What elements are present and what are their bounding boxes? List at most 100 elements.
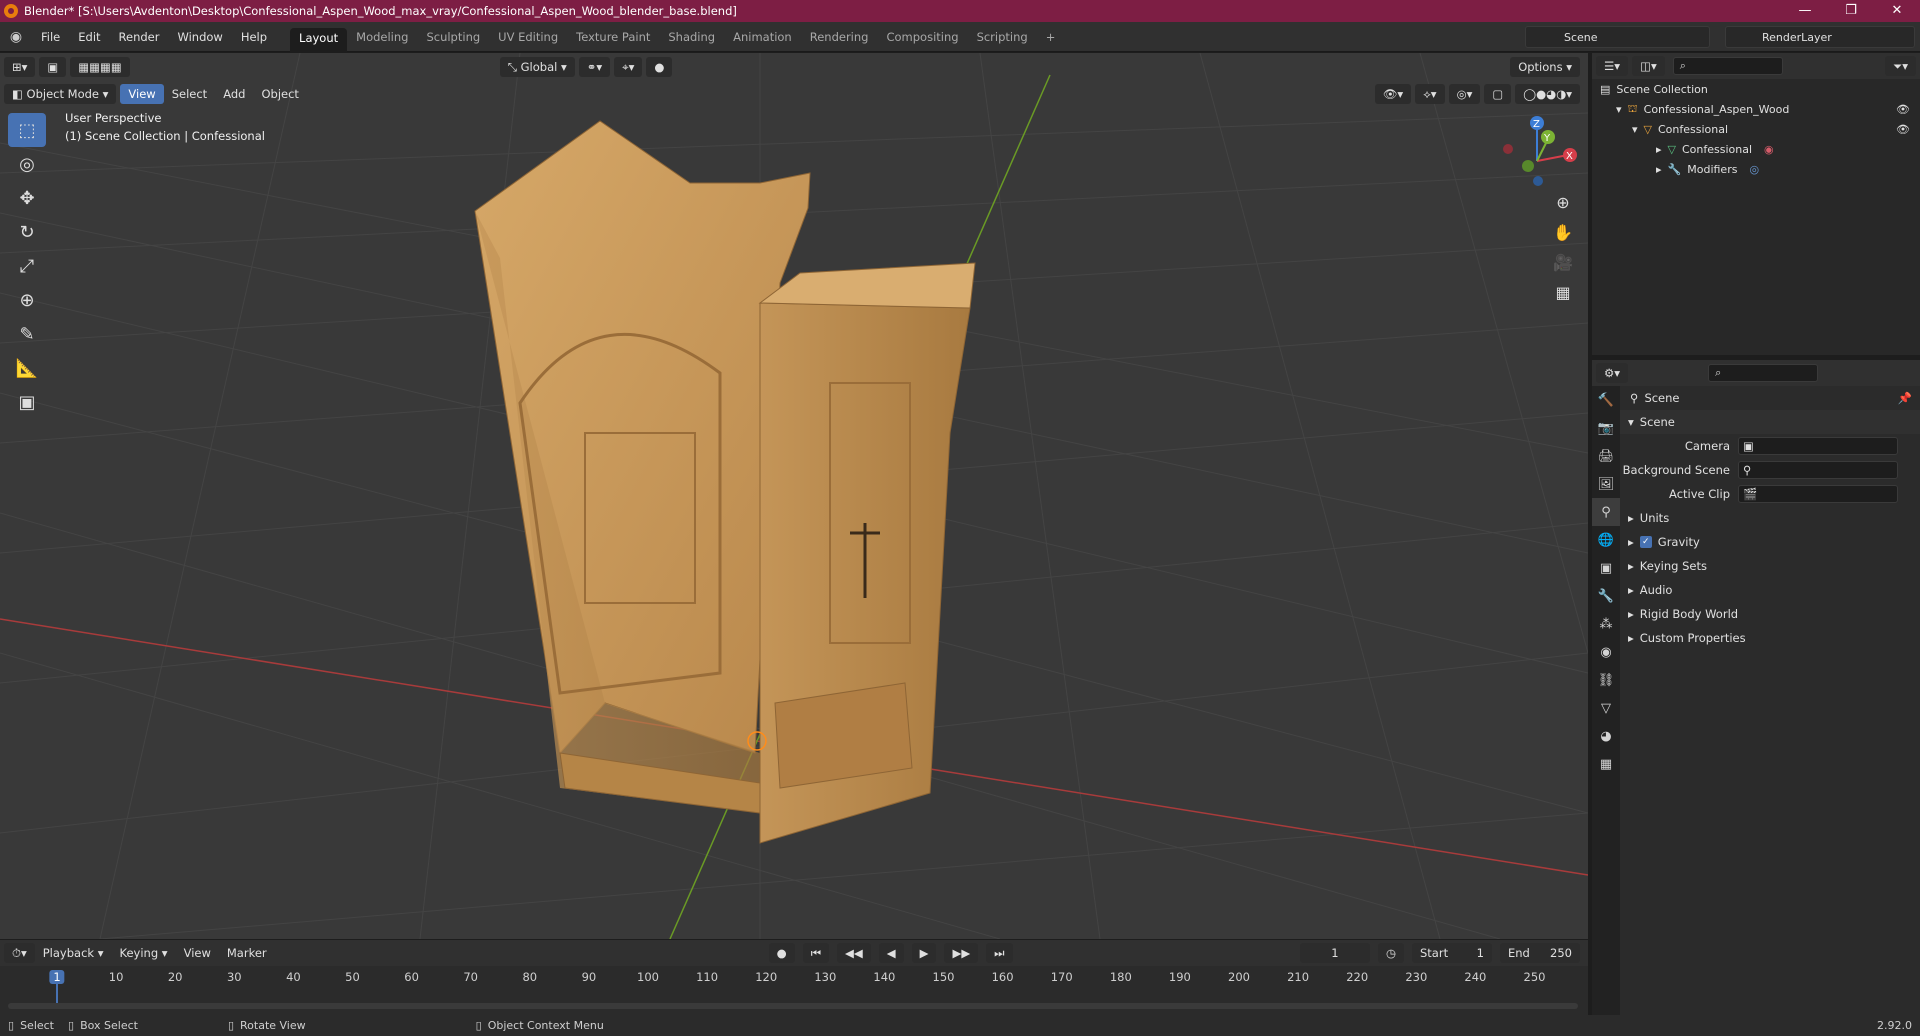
modifier-tab-icon[interactable]: 🔧 (1592, 582, 1620, 610)
tab-scripting[interactable]: Scripting (968, 27, 1037, 47)
proportional-edit-icon[interactable]: ● (646, 57, 673, 77)
tab-shading[interactable]: Shading (659, 27, 724, 47)
select-tool-icon[interactable]: ▣ (39, 57, 67, 77)
render-tab-icon[interactable]: 📷 (1592, 414, 1620, 442)
custom-properties-section[interactable]: ▸ Custom Properties (1620, 626, 1920, 650)
visibility-eye-icon[interactable]: 👁 (1896, 103, 1910, 116)
confessional-model[interactable] (474, 120, 976, 844)
gizmo-toggle-icon[interactable]: ⟡▾ (1415, 84, 1445, 104)
filter-icon[interactable]: ⏷▾ (1885, 56, 1916, 76)
tab-uv-editing[interactable]: UV Editing (489, 27, 567, 47)
editor-type-icon[interactable]: ⊞▾ (4, 57, 36, 77)
tab-rendering[interactable]: Rendering (801, 27, 878, 47)
prev-keyframe-icon[interactable]: ◀◀ (837, 943, 871, 963)
visibility-eye-icon[interactable]: 👁 (1896, 123, 1910, 136)
collapse-arrow-icon[interactable]: ▸ (1656, 163, 1662, 176)
properties-search-input[interactable]: ⌕ (1708, 364, 1819, 382)
display-mode-icon[interactable]: ◫▾ (1632, 56, 1665, 76)
menu-file[interactable]: File (32, 22, 69, 52)
units-section[interactable]: ▸ Units (1620, 506, 1920, 530)
start-frame-field[interactable]: Start 1 (1412, 943, 1492, 963)
add-workspace-button[interactable]: + (1037, 27, 1065, 47)
pin-icon[interactable]: 📌 (1898, 391, 1912, 405)
outliner-editor-type-icon[interactable]: ☰▾ (1596, 56, 1629, 76)
add-cube-tool-icon[interactable]: ▣ (8, 385, 46, 419)
blender-menu-icon[interactable]: ◉ (8, 29, 24, 45)
move-tool-icon[interactable]: ✥ (8, 181, 46, 215)
constraints-tab-icon[interactable]: ⛓ (1592, 666, 1620, 694)
material-tab-icon[interactable]: ◕ (1592, 722, 1620, 750)
shading-modes-icon[interactable]: ◯●◕◑▾ (1515, 84, 1580, 104)
rotate-tool-icon[interactable]: ↻ (8, 215, 46, 249)
scene-tab-icon[interactable]: ⚲ (1592, 498, 1620, 526)
play-icon[interactable]: ▶ (911, 943, 937, 963)
world-tab-icon[interactable]: 🌐 (1592, 526, 1620, 554)
playhead-line[interactable] (56, 984, 58, 1004)
next-keyframe-icon[interactable]: ▶▶ (944, 943, 979, 963)
menu-edit[interactable]: Edit (69, 22, 109, 52)
annotate-tool-icon[interactable]: ✎ (8, 317, 46, 351)
close-button[interactable]: ✕ (1874, 0, 1920, 22)
timeline-ruler[interactable]: 1 10 20 30 40 50 60 70 80 90 100 110 120 130 140 150 160… (0, 970, 1588, 1004)
tab-texture-paint[interactable]: Texture Paint (567, 27, 659, 47)
expand-arrow-icon[interactable]: ▾ (1616, 103, 1622, 116)
select-box-tool-icon[interactable]: ⬚ (8, 113, 46, 147)
outliner-row-collection[interactable]: ▾ ⛫ Confessional_Aspen_Wood 👁 (1592, 99, 1920, 119)
perspective-toggle-icon[interactable]: ▦ (1548, 283, 1578, 311)
background-scene-field[interactable]: ⚲ (1738, 461, 1898, 479)
outliner-row-object[interactable]: ▾ ▽ Confessional 👁 (1592, 119, 1920, 139)
menu-help[interactable]: Help (232, 22, 276, 52)
object-menu[interactable]: Object (253, 87, 306, 101)
gravity-section[interactable]: ▸ ✓ Gravity (1620, 530, 1920, 554)
texture-tab-icon[interactable]: ▦ (1592, 750, 1620, 778)
tool-tab-icon[interactable]: 🔨 (1592, 386, 1620, 414)
scene-panel-header[interactable]: ▾ Scene (1620, 410, 1920, 434)
menu-window[interactable]: Window (168, 22, 231, 52)
tab-sculpting[interactable]: Sculpting (417, 27, 489, 47)
options-dropdown[interactable]: Options ▾ (1510, 57, 1580, 77)
zoom-icon[interactable]: ⊕ (1548, 193, 1578, 221)
snap-icon[interactable]: ⌖▾ (614, 57, 643, 77)
scale-tool-icon[interactable]: ⤢ (8, 249, 46, 283)
camera-view-icon[interactable]: 🎥 (1548, 253, 1578, 281)
outliner-row-mesh[interactable]: ▸ ▽ Confessional ◉ (1592, 139, 1920, 159)
timeline-scrollbar[interactable] (8, 1003, 1578, 1009)
transform-tool-icon[interactable]: ⊕ (8, 283, 46, 317)
marker-menu[interactable]: Marker (219, 946, 275, 960)
tab-modeling[interactable]: Modeling (347, 27, 417, 47)
view-layer-tab-icon[interactable]: 🖼 (1592, 470, 1620, 498)
3d-viewport[interactable]: Z Y X ⊞▾ ▣ ▦▦▦▦ ⤡ Global ▾ ⚭▾ ⌖▾ ● Optio… (0, 53, 1588, 939)
playback-menu[interactable]: Playback ▾ (35, 946, 112, 960)
auto-keying-icon[interactable]: ● (768, 943, 795, 963)
render-layer-selector[interactable]: RenderLayer (1725, 26, 1915, 48)
keying-menu[interactable]: Keying ▾ (112, 946, 176, 960)
view-menu[interactable]: View (120, 84, 164, 104)
jump-end-icon[interactable]: ⏭ (986, 943, 1013, 963)
view-menu[interactable]: View (176, 946, 219, 960)
keying-sets-section[interactable]: ▸ Keying Sets (1620, 554, 1920, 578)
selection-mode-buttons[interactable]: ▦▦▦▦ (70, 57, 130, 77)
output-tab-icon[interactable]: 🖨 (1592, 442, 1620, 470)
maximize-button[interactable]: ❐ (1828, 0, 1874, 22)
minimize-button[interactable]: — (1782, 0, 1828, 22)
tab-compositing[interactable]: Compositing (877, 27, 967, 47)
measure-tool-icon[interactable]: 📐 (8, 351, 46, 385)
select-menu[interactable]: Select (164, 87, 215, 101)
pivot-icon[interactable]: ⚭▾ (578, 57, 611, 77)
add-menu[interactable]: Add (215, 87, 253, 101)
pan-hand-icon[interactable]: ✋ (1548, 223, 1578, 251)
outliner-row-scene-collection[interactable]: ▤ Scene Collection (1592, 79, 1920, 99)
xray-icon[interactable]: ▢ (1484, 84, 1512, 104)
timeline-editor-type-icon[interactable]: ⏱▾ (4, 943, 35, 963)
preview-range-icon[interactable]: ◷ (1377, 943, 1404, 963)
current-frame-field[interactable]: 1 (1299, 943, 1370, 963)
physics-tab-icon[interactable]: ◉ (1592, 638, 1620, 666)
particles-tab-icon[interactable]: ⁂ (1592, 610, 1620, 638)
cursor-tool-icon[interactable]: ◎ (8, 147, 46, 181)
rigid-body-world-section[interactable]: ▸ Rigid Body World (1620, 602, 1920, 626)
end-frame-field[interactable]: End 250 (1500, 943, 1580, 963)
object-mode-dropdown[interactable]: ◧ Object Mode ▾ (4, 84, 117, 104)
properties-editor-type-icon[interactable]: ⚙▾ (1596, 363, 1629, 383)
menu-render[interactable]: Render (110, 22, 169, 52)
visibility-icon[interactable]: 👁▾ (1374, 84, 1412, 104)
